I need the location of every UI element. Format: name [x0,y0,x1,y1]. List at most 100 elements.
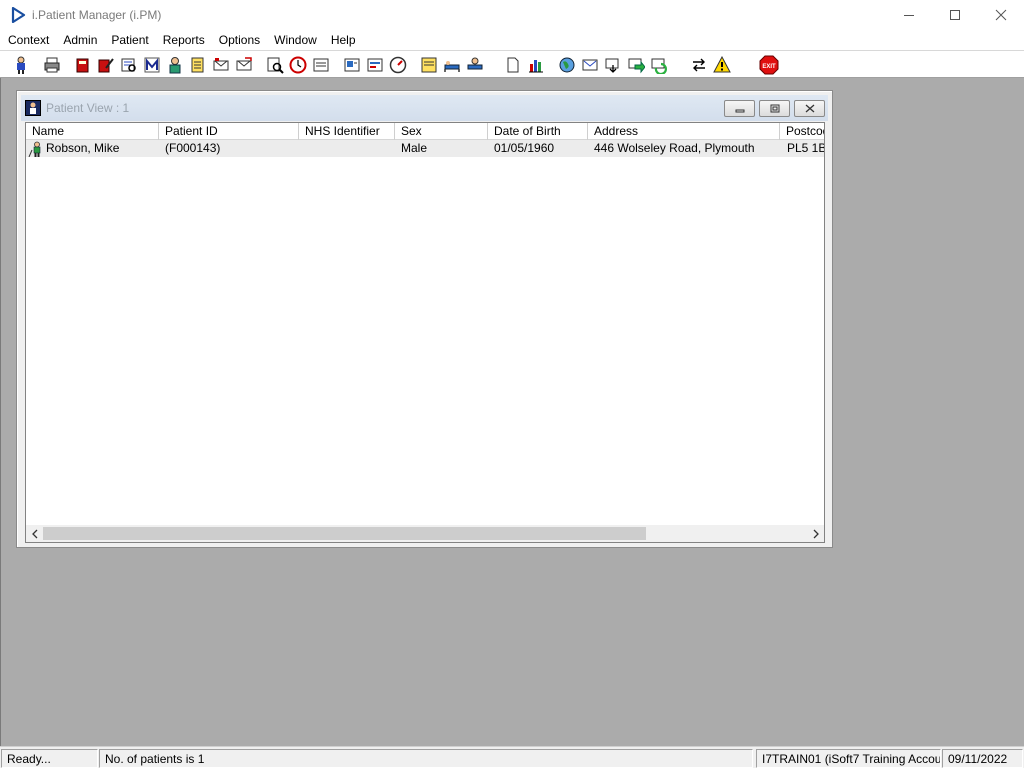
note-icon [421,57,437,73]
search-doc-icon [267,57,284,74]
toolbar-button-chart[interactable] [525,54,547,76]
toolbar-button-bed[interactable] [441,54,463,76]
cell-patient-id: (F000143) [165,141,221,155]
printer-icon [44,57,60,73]
cell-name: Robson, Mike [26,140,159,157]
mail-arrow-icon [605,58,619,73]
close-button[interactable] [978,0,1024,30]
m-icon [144,57,160,73]
chart-icon [529,60,543,73]
child-close-button[interactable] [794,100,825,117]
chevron-right-icon [813,529,819,538]
horizontal-scrollbar[interactable] [26,525,824,542]
cell-sex: Male [401,141,428,155]
toolbar-button-document[interactable] [502,54,524,76]
toolbar-button-note[interactable] [418,54,440,76]
toolbar-button-forms[interactable] [364,54,386,76]
cell-postcode: PL5 1B... [787,141,825,155]
toolbar-button-m[interactable] [141,54,163,76]
cell-date-of-birth: 01/05/1960 [494,141,555,155]
app-logo-icon [11,7,26,23]
list-header: Name Patient ID NHS Identifier Sex Date … [26,123,824,140]
toolbar-button-edit-book[interactable] [95,54,117,76]
column-header-name[interactable]: Name [26,123,159,140]
toolbar-button-image[interactable] [341,54,363,76]
swap-arrows-icon [693,58,705,72]
toolbar-button-swap[interactable] [688,54,710,76]
scroll-left-button[interactable] [26,525,43,542]
patient-icon [28,141,41,157]
minimize-button[interactable] [886,0,932,30]
table-row[interactable]: Robson, Mike (F000143) Male 01/05/1960 4… [26,140,825,157]
toolbar-button-referral-out[interactable] [233,54,255,76]
toolbar-button-red-book[interactable] [72,54,94,76]
status-date: 09/11/2022 [942,749,1023,768]
menu-options[interactable]: Options [212,33,267,47]
status-ready: Ready... [1,749,98,768]
column-header-address[interactable]: Address [588,123,780,140]
forms-icon [367,58,383,72]
toolbar-button-clock[interactable] [287,54,309,76]
toolbar-button-print[interactable] [41,54,63,76]
toolbar-button-mail-down[interactable] [579,54,601,76]
column-header-nhs-identifier[interactable]: NHS Identifier [299,123,395,140]
toolbar-button-doctor[interactable] [164,54,186,76]
patient-view-icon [25,100,41,116]
toolbar-button-mail-arrow[interactable] [602,54,624,76]
bed-icon [444,61,460,72]
referral-out-icon [236,57,252,71]
child-window-title: Patient View : 1 [46,101,130,115]
cell-nhs-identifier [299,140,395,157]
column-header-patient-id[interactable]: Patient ID [159,123,299,140]
warning-icon [713,56,731,73]
maximize-button[interactable] [932,0,978,30]
toolbar-button-search-list[interactable] [118,54,140,76]
mail-green-icon [628,58,645,74]
status-bar: Ready... No. of patients is 1 I7TRAIN01 … [0,746,1024,768]
child-restore-button[interactable] [759,100,790,117]
exit-icon: EXIT [759,55,779,75]
globe-icon [559,57,575,73]
notes-icon [191,57,204,73]
toolbar-button-mail-green[interactable] [625,54,647,76]
scroll-right-button[interactable] [807,525,824,542]
document-icon [507,57,519,73]
toolbar-button-globe[interactable] [556,54,578,76]
toolbar-button-exit[interactable]: EXIT [758,54,780,76]
referral-icon [213,58,229,71]
column-header-date-of-birth[interactable]: Date of Birth [488,123,588,140]
scroll-thumb[interactable] [43,527,646,540]
toolbar-button-referral[interactable] [210,54,232,76]
menu-reports[interactable]: Reports [156,33,212,47]
toolbar-button-person[interactable] [10,54,32,76]
column-header-postcode[interactable]: Postcode [780,123,824,140]
menu-help[interactable]: Help [324,33,363,47]
app-title: i.Patient Manager (i.PM) [32,8,162,22]
minimize-icon [735,109,744,112]
patient-name: Robson, Mike [46,141,120,155]
menu-admin[interactable]: Admin [56,33,104,47]
column-header-sex[interactable]: Sex [395,123,488,140]
menu-patient[interactable]: Patient [104,33,155,47]
toolbar-button-mail-refresh[interactable] [648,54,670,76]
toolbar-button-notes[interactable] [187,54,209,76]
maximize-icon [950,10,960,20]
red-book-icon [76,58,89,73]
chevron-left-icon [31,529,37,538]
exit-label: EXIT [762,64,776,70]
toolbar-button-warning[interactable] [711,54,733,76]
child-minimize-button[interactable] [724,100,755,117]
menu-window[interactable]: Window [267,33,324,47]
child-title-bar[interactable]: Patient View : 1 [21,95,828,121]
toolbar-button-search-doc[interactable] [264,54,286,76]
patient-view-window: Patient View : 1 Name Patient ID NHS Ide… [16,90,833,548]
clock-icon [289,56,307,74]
gauge-icon [389,56,407,74]
image-icon [344,58,360,72]
patient-list: Name Patient ID NHS Identifier Sex Date … [25,122,825,543]
toolbar-button-transfer[interactable] [464,54,486,76]
toolbar-button-list[interactable] [310,54,332,76]
toolbar-button-gauge[interactable] [387,54,409,76]
toolbar: EXIT [0,50,1024,78]
menu-context[interactable]: Context [0,33,56,47]
